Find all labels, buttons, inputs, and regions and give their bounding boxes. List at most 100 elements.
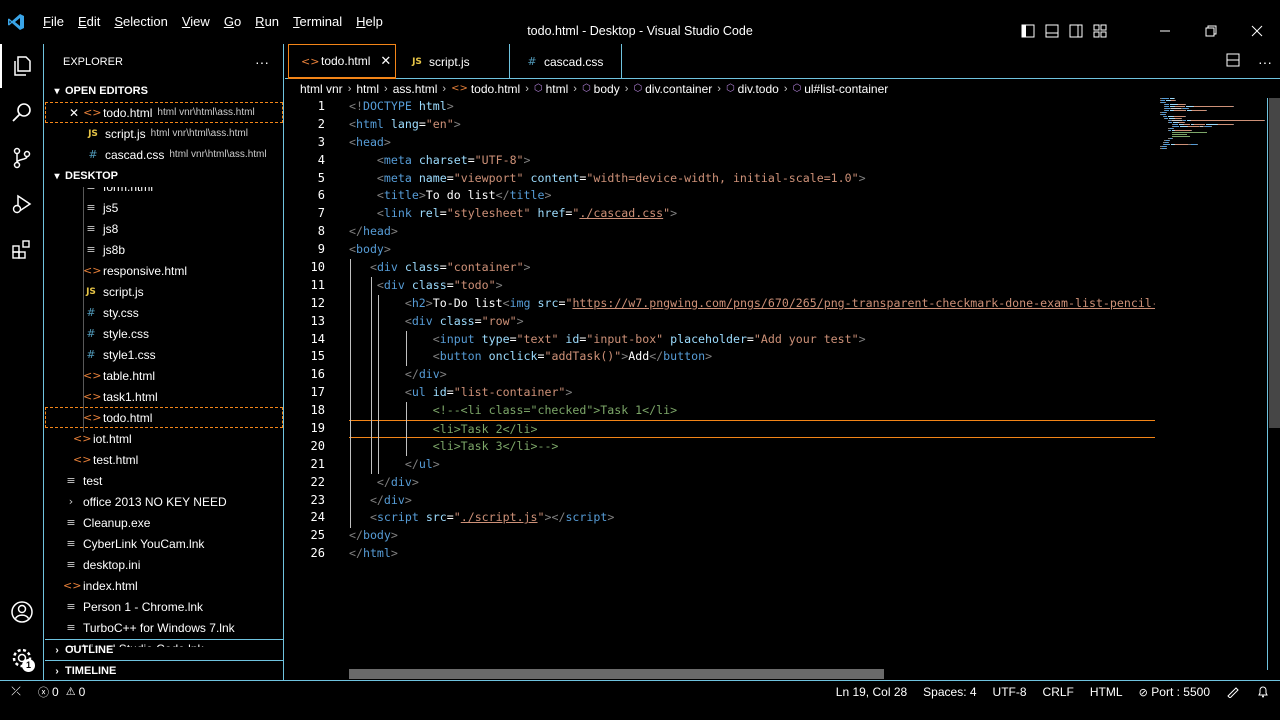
menu-go[interactable]: Go [217,0,248,44]
breadcrumb-item[interactable]: div.todo [738,82,779,96]
open-editor-item[interactable]: ✕ <> todo.html html vnr\html\ass.html [45,102,283,123]
tree-item[interactable]: <> task1.html [45,386,283,407]
tree-item[interactable]: <> todo.html [45,407,283,428]
menu-help[interactable]: Help [349,0,390,44]
code-line[interactable]: <li>Task 3</li>--> [349,438,1155,456]
explorer-files-icon[interactable] [0,44,44,88]
code-line[interactable]: </head> [349,223,1155,241]
breadcrumb-item[interactable]: body [594,82,620,96]
encoding[interactable]: UTF-8 [993,685,1027,699]
menu-view[interactable]: View [175,0,217,44]
close-window-icon[interactable] [1234,20,1280,42]
breadcrumb-item[interactable]: html [546,82,569,96]
tree-item[interactable]: ≡ Person 1 - Chrome.lnk [45,596,283,617]
tree-item[interactable]: <> index.html [45,575,283,596]
toggle-panel-icon[interactable] [1040,20,1064,42]
indentation[interactable]: Spaces: 4 [923,685,976,699]
tree-item[interactable]: ≡ js5 [45,197,283,218]
run-debug-icon[interactable] [0,182,44,226]
tab-script-js[interactable]: JS script.js [397,44,510,79]
menu-run[interactable]: Run [248,0,286,44]
code-line[interactable]: <script src="./script.js"></script> [349,509,1155,527]
more-actions-icon[interactable]: ··· [255,54,269,70]
minimize-icon[interactable] [1142,20,1188,42]
account-icon[interactable] [0,590,44,634]
code-line[interactable]: <div class="todo"> [349,277,1155,295]
tree-item[interactable]: <> iot.html [45,428,283,449]
tree-item[interactable]: # style1.css [45,344,283,365]
vertical-scrollbar[interactable] [1267,98,1280,670]
code-line[interactable]: <meta name="viewport" content="width=dev… [349,170,1155,188]
scrollbar-thumb[interactable] [1269,98,1280,428]
tab-cascad-css[interactable]: # cascad.css [510,44,622,79]
breadcrumb-item[interactable]: html vnr [300,82,343,96]
desktop-folder-header[interactable]: ▾ DESKTOP [45,165,283,187]
live-server-port[interactable]: ⊘ Port : 5500 [1139,685,1210,699]
code-lines[interactable]: <!DOCTYPE html> <html lang="en"> <head> <m… [349,98,1155,563]
close-icon[interactable]: ✕ [69,106,79,120]
open-editor-item[interactable]: JS script.js html vnr\html\ass.html [45,123,283,144]
tree-item[interactable]: # style.css [45,323,283,344]
split-editor-icon[interactable] [1226,53,1240,70]
code-line[interactable]: <div class="row"> [349,313,1155,331]
tree-item[interactable]: <> responsive.html [45,260,283,281]
menu-selection[interactable]: Selection [107,0,174,44]
breadcrumb-item[interactable]: html [356,82,379,96]
toggle-primary-sidebar-icon[interactable] [1016,20,1040,42]
code-line[interactable]: </html> [349,545,1155,563]
open-editor-item[interactable]: # cascad.css html vnr\html\ass.html [45,144,283,165]
code-line[interactable]: <li>Task 2</li> [349,420,1155,438]
extensions-icon[interactable] [0,228,44,272]
more-actions-icon[interactable]: ··· [1258,54,1272,70]
tree-item[interactable]: ≡ form.html [45,187,283,197]
close-icon[interactable]: ✕ [380,53,391,69]
source-control-icon[interactable] [0,136,44,180]
code-editor[interactable]: 1 2 3 4 5 6 7 8 9 10 11 12 13 14 15 16 17 18 19 20 21 22 23 24 2… [285,98,1280,670]
problems-indicator[interactable]: ⓧ 0 ⚠ 0 [38,684,85,700]
tree-item[interactable]: › office 2013 NO KEY NEED [45,491,283,512]
code-line[interactable]: <div class="container"> [349,259,1155,277]
code-line[interactable]: <title>To do list</title> [349,187,1155,205]
code-line[interactable]: <!--<li class="checked">Task 1</li> [349,402,1155,420]
breadcrumb-item[interactable]: todo.html [471,82,520,96]
manage-gear-icon[interactable]: 1 [0,636,44,680]
language-mode[interactable]: HTML [1090,685,1123,699]
code-line[interactable]: </div> [349,366,1155,384]
tree-item[interactable]: <> table.html [45,365,283,386]
toggle-secondary-sidebar-icon[interactable] [1064,20,1088,42]
code-line[interactable]: </ul> [349,456,1155,474]
customize-layout-icon[interactable] [1088,20,1112,42]
breadcrumb-item[interactable]: ul#list-container [804,82,888,96]
breadcrumb-item[interactable]: ass.html [393,82,438,96]
tree-item[interactable]: ≡ js8b [45,239,283,260]
breadcrumb-item[interactable]: div.container [645,82,712,96]
outline-header[interactable]: › OUTLINE [45,639,283,660]
tree-item[interactable]: ≡ TurboC++ for Windows 7.lnk [45,617,283,638]
tab-todo-html[interactable]: <> todo.html ✕ [288,44,396,79]
tree-item[interactable]: ≡ test [45,470,283,491]
code-line[interactable]: <body> [349,241,1155,259]
remote-icon[interactable]: ⤫ [0,684,32,699]
tree-item[interactable]: <> test.html [45,449,283,470]
tree-item[interactable]: ≡ CyberLink YouCam.lnk [45,533,283,554]
menu-terminal[interactable]: Terminal [286,0,349,44]
code-line[interactable]: <link rel="stylesheet" href="./cascad.cs… [349,205,1155,223]
open-editors-header[interactable]: ▾ OPEN EDITORS [45,80,283,102]
cursor-position[interactable]: Ln 19, Col 28 [836,685,907,699]
end-of-line[interactable]: CRLF [1043,685,1074,699]
code-line[interactable]: </div> [349,492,1155,510]
code-line[interactable]: <head> [349,134,1155,152]
timeline-header[interactable]: › TIMELINE [45,660,283,680]
code-line[interactable]: <h2>To-Do list<img src="https://w7.pngwi… [349,295,1155,313]
menu-file[interactable]: File [36,0,71,44]
code-line[interactable]: <button onclick="addTask()">Add</button> [349,348,1155,366]
code-line[interactable]: <html lang="en"> [349,116,1155,134]
notifications-icon[interactable] [1256,684,1270,701]
code-line[interactable]: <input type="text" id="input-box" placeh… [349,331,1155,349]
feedback-icon[interactable] [1226,684,1240,701]
code-line[interactable]: </div> [349,474,1155,492]
menu-edit[interactable]: Edit [71,0,107,44]
tree-item[interactable]: ≡ desktop.ini [45,554,283,575]
search-icon[interactable] [0,90,44,134]
minimap[interactable] [1160,98,1270,158]
